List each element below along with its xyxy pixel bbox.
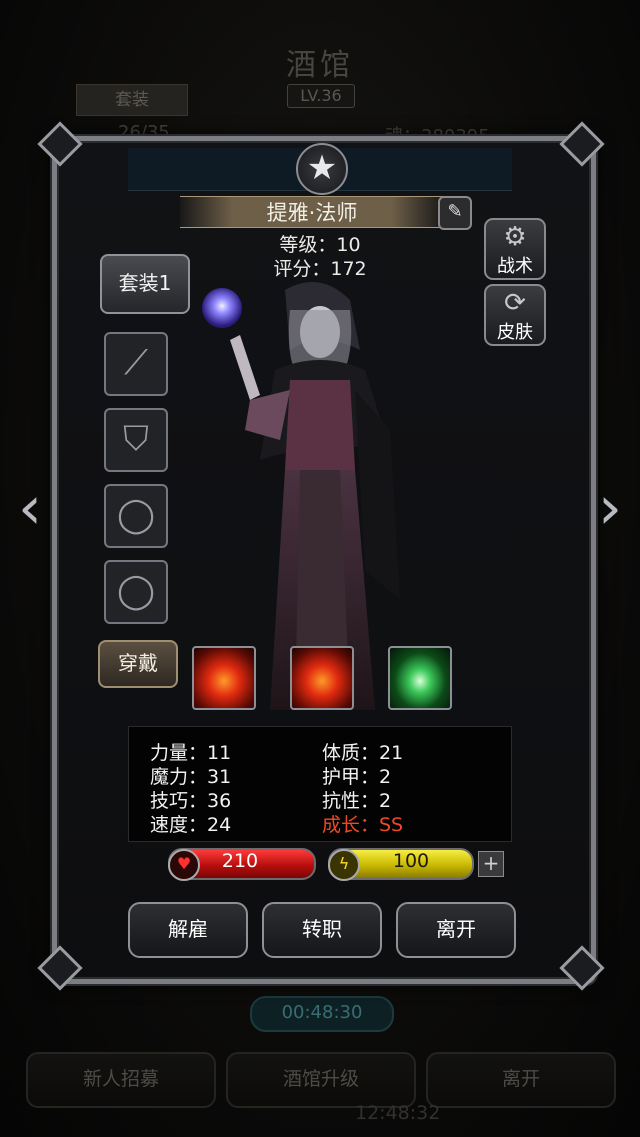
weapon-slot[interactable]: ⟋ <box>104 332 168 396</box>
ring-slot-2[interactable]: ◯ <box>104 560 168 624</box>
dismiss-button[interactable]: 解雇 <box>128 902 248 958</box>
tactics-button[interactable]: ⚙ 战术 <box>484 218 546 280</box>
hero-level: 等级：10 <box>279 234 361 256</box>
stat-speed: 速度：24 <box>150 814 232 836</box>
chevron-right-icon: › <box>598 473 622 543</box>
staff-icon: ⟋ <box>124 343 148 383</box>
leave-button[interactable]: 离开 <box>396 902 516 958</box>
fire-skill-2[interactable] <box>290 646 354 710</box>
previous-hero-arrow[interactable]: ‹ <box>8 478 52 540</box>
fire-skill-1[interactable] <box>192 646 256 710</box>
transfer-class-button[interactable]: 转职 <box>262 902 382 958</box>
stat-armor: 护甲：2 <box>322 766 392 788</box>
hero-name: 提雅·法师 <box>266 201 358 225</box>
ring-icon: ◯ <box>116 571 156 611</box>
magic-orb <box>202 288 242 328</box>
armor-slot[interactable]: ⛉ <box>104 408 168 472</box>
outfit-set-button[interactable]: 套装1 <box>100 254 190 314</box>
stat-strength: 力量：11 <box>150 742 232 764</box>
pencil-icon: ✎ <box>447 201 463 222</box>
ring-slot-1[interactable]: ◯ <box>104 484 168 548</box>
next-hero-arrow[interactable]: › <box>588 478 632 540</box>
ring-icon: ◯ <box>116 495 156 535</box>
armor-icon: ⛉ <box>123 419 149 459</box>
stat-constitution: 体质：21 <box>322 742 404 764</box>
skin-label: 皮肤 <box>497 322 533 343</box>
armor-refresh-icon: ⟳ <box>504 288 526 318</box>
gear-icon: ⚙ <box>503 222 527 252</box>
stat-skill: 技巧：36 <box>150 790 232 812</box>
add-energy-button[interactable]: + <box>478 851 504 877</box>
stat-magic: 魔力：31 <box>150 766 232 788</box>
green-crystal-skill[interactable] <box>388 646 452 710</box>
tactics-label: 战术 <box>497 256 533 277</box>
hp-value: 210 <box>221 850 259 872</box>
stat-resistance: 抗性：2 <box>322 790 392 812</box>
stat-growth: 成长：SS <box>322 814 404 836</box>
edit-name-button[interactable]: ✎ <box>438 196 472 230</box>
star-icon: ★ <box>296 143 348 195</box>
skin-button[interactable]: ⟳ 皮肤 <box>484 284 546 346</box>
energy-value: 100 <box>392 850 430 872</box>
equip-button[interactable]: 穿戴 <box>98 640 178 688</box>
plus-icon: + <box>482 851 500 875</box>
chevron-left-icon: ‹ <box>18 473 42 543</box>
